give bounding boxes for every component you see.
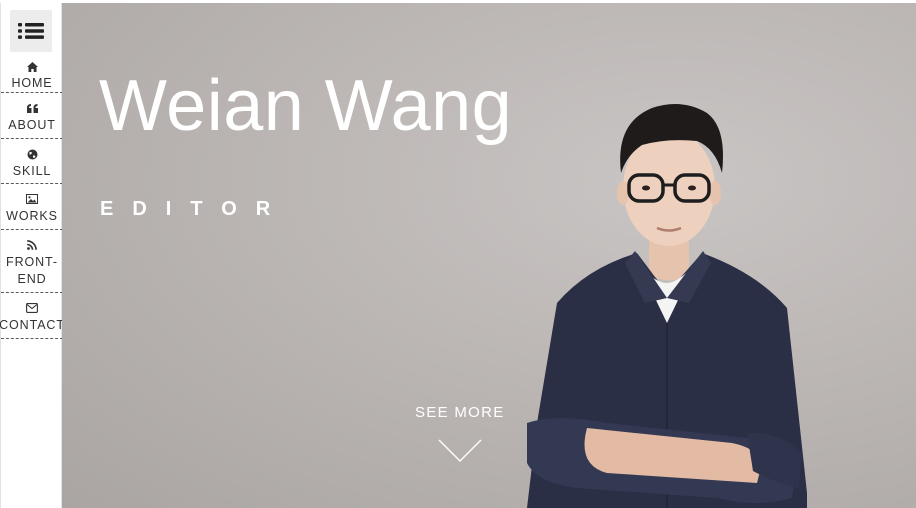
hero-banner: Weian Wang EDITOR SEE MORE xyxy=(62,3,916,508)
nav-item-works[interactable]: WORKS xyxy=(1,184,63,230)
portrait-photo xyxy=(527,104,807,508)
quote-icon xyxy=(26,102,38,114)
home-icon xyxy=(26,62,38,72)
nav-label-works: WORKS xyxy=(6,209,58,223)
hero-name: Weian Wang xyxy=(99,66,513,146)
nav-label-home: HOME xyxy=(11,76,53,90)
image-icon xyxy=(26,193,38,205)
envelope-icon xyxy=(26,302,38,314)
nav-item-home[interactable]: HOME xyxy=(1,53,63,93)
sidebar-nav: HOME ABOUT SKILL WORKS FRONT-END CONTACT xyxy=(0,3,65,508)
globe-icon xyxy=(27,148,38,160)
hero-role: EDITOR xyxy=(100,198,290,220)
nav-item-front-end[interactable]: FRONT-END xyxy=(1,230,63,293)
nav-item-contact[interactable]: CONTACT xyxy=(0,293,65,339)
list-icon xyxy=(18,23,44,39)
nav-item-skill[interactable]: SKILL xyxy=(1,139,63,184)
see-more-link[interactable]: SEE MORE xyxy=(415,404,505,421)
nav-label-about: ABOUT xyxy=(8,118,56,132)
menu-toggle-button[interactable] xyxy=(10,10,52,52)
nav-label-front-end: FRONT-END xyxy=(6,255,58,286)
rss-icon xyxy=(27,239,37,251)
nav-label-skill: SKILL xyxy=(12,164,52,178)
chevron-down-icon[interactable] xyxy=(438,439,482,463)
nav-item-about[interactable]: ABOUT xyxy=(1,93,63,139)
nav-label-contact: CONTACT xyxy=(0,318,65,332)
